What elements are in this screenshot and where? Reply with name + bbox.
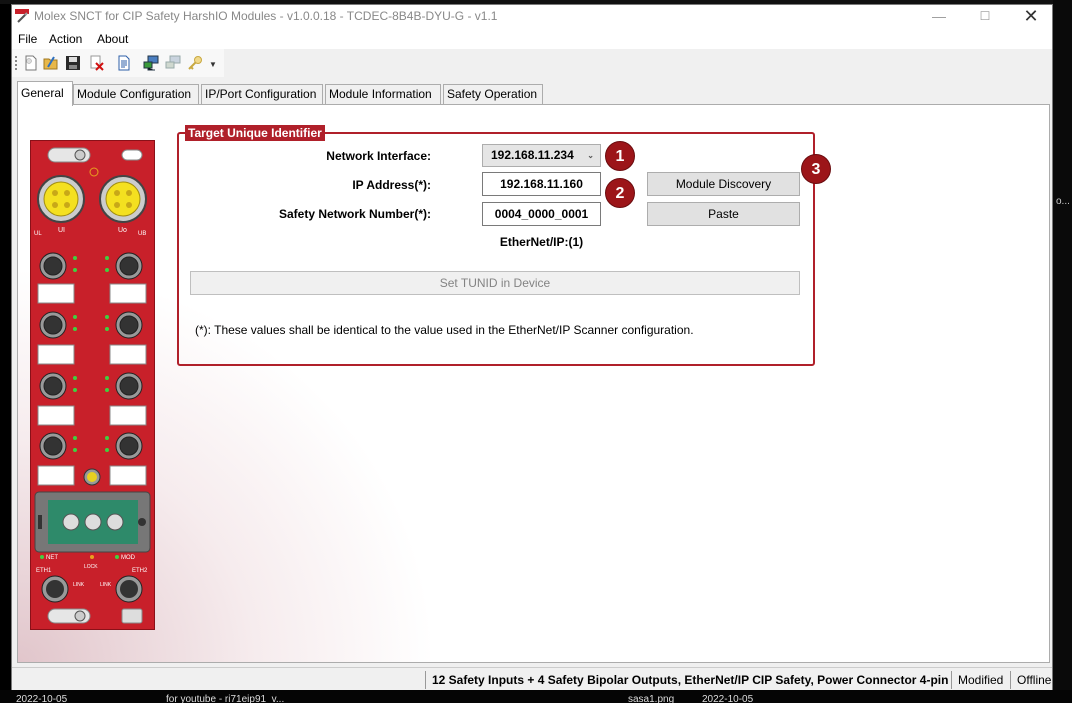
paste-button[interactable]: Paste: [647, 202, 800, 226]
desktop-text: 2022-10-05: [16, 694, 68, 703]
tab-ip-port-configuration[interactable]: IP/Port Configuration: [201, 84, 323, 105]
status-bar: 12 Safety Inputs + 4 Safety Bipolar Outp…: [12, 667, 1052, 690]
minimize-button[interactable]: —: [916, 5, 962, 27]
ip-address-field[interactable]: 192.168.11.160: [482, 172, 601, 196]
tab-module-configuration[interactable]: Module Configuration: [73, 84, 199, 105]
maximize-button[interactable]: ☐: [962, 5, 1008, 27]
module-image: UL UI Uo UB NET MOD ETH1 LOCK ETH2 LINK …: [30, 140, 155, 630]
tab-strip: General Module Configuration IP/Port Con…: [17, 81, 1047, 106]
menu-action[interactable]: Action: [49, 32, 82, 46]
safety-network-number-field[interactable]: 0004_0000_0001: [482, 202, 601, 226]
ethernet-ip-label: EtherNet/IP:(1): [499, 235, 584, 249]
tab-safety-operation[interactable]: Safety Operation: [443, 84, 543, 105]
tab-module-information[interactable]: Module Information: [325, 84, 441, 105]
module-label-eth1: ETH1: [36, 568, 52, 574]
module-label-mod: MOD: [121, 555, 136, 561]
delete-icon[interactable]: [89, 55, 105, 71]
desktop-background-right: o...: [1053, 0, 1072, 690]
safety-network-number-label: Safety Network Number(*):: [278, 207, 431, 221]
network-connect-icon[interactable]: [143, 55, 159, 71]
note-text: (*): These values shall be identical to …: [195, 323, 694, 337]
ip-address-label: IP Address(*):: [352, 178, 431, 192]
toolbar-overflow-icon[interactable]: ▼: [209, 60, 217, 69]
desktop-taskbar-strip: 2022-10-05 for youtube - ri71eip91_v... …: [0, 690, 1072, 703]
chevron-down-icon: ⌄: [587, 151, 594, 160]
app-window: Molex SNCT for CIP Safety HarshIO Module…: [11, 4, 1053, 690]
annotation-badge-1: 1: [605, 141, 635, 171]
annotation-badge-2: 2: [605, 178, 635, 208]
desktop-text: 2022-10-05: [702, 694, 754, 703]
title-bar[interactable]: Molex SNCT for CIP Safety HarshIO Module…: [12, 5, 1052, 29]
desktop-text: for youtube - ri71eip91_v...: [166, 694, 285, 703]
module-label-link2: LINK: [100, 582, 112, 588]
save-icon[interactable]: [65, 55, 81, 71]
module-label-net: NET: [46, 555, 58, 561]
network-interface-value: 192.168.11.234: [491, 148, 574, 162]
general-tab-page: UL UI Uo UB NET MOD ETH1 LOCK ETH2 LINK …: [17, 104, 1050, 663]
annotation-badge-3: 3: [801, 154, 831, 184]
module-label-link1: LINK: [73, 582, 85, 588]
set-tunid-button[interactable]: Set TUNID in Device: [190, 271, 800, 295]
app-icon: [15, 9, 29, 23]
toolbar: ▼: [12, 49, 224, 77]
module-label-eth2: ETH2: [132, 568, 148, 574]
menu-about[interactable]: About: [97, 32, 128, 46]
network-interface-select[interactable]: 192.168.11.234 ⌄: [482, 144, 601, 167]
document-icon[interactable]: [116, 55, 132, 71]
window-title: Molex SNCT for CIP Safety HarshIO Module…: [34, 9, 498, 23]
module-label-ul: UL: [34, 231, 42, 237]
desktop-text: sasa1.png: [628, 694, 675, 703]
module-label-ub: UB: [138, 231, 146, 237]
group-title: Target Unique Identifier: [185, 125, 325, 141]
tab-general[interactable]: General: [17, 81, 73, 106]
status-connection: Offline: [1010, 671, 1055, 689]
module-discovery-button[interactable]: Module Discovery: [647, 172, 800, 196]
new-file-icon[interactable]: [23, 55, 39, 71]
open-folder-icon[interactable]: [43, 55, 59, 71]
toolbar-grip[interactable]: [15, 56, 18, 70]
module-label-ui: UI: [58, 227, 65, 234]
key-icon[interactable]: [187, 55, 203, 71]
desktop-text: o...: [1056, 196, 1070, 207]
target-unique-identifier-group: Target Unique Identifier Network Interfa…: [177, 125, 815, 366]
close-button[interactable]: ✕: [1008, 5, 1054, 27]
menu-file[interactable]: File: [18, 32, 37, 46]
module-label-lock: LOCK: [84, 564, 98, 570]
module-label-uo: Uo: [118, 227, 127, 234]
network-disconnect-icon[interactable]: [165, 55, 181, 71]
network-interface-label: Network Interface:: [326, 149, 431, 163]
menu-bar: File Action About: [12, 29, 1052, 49]
status-modified: Modified: [951, 671, 1007, 689]
status-module-description: 12 Safety Inputs + 4 Safety Bipolar Outp…: [425, 671, 952, 689]
